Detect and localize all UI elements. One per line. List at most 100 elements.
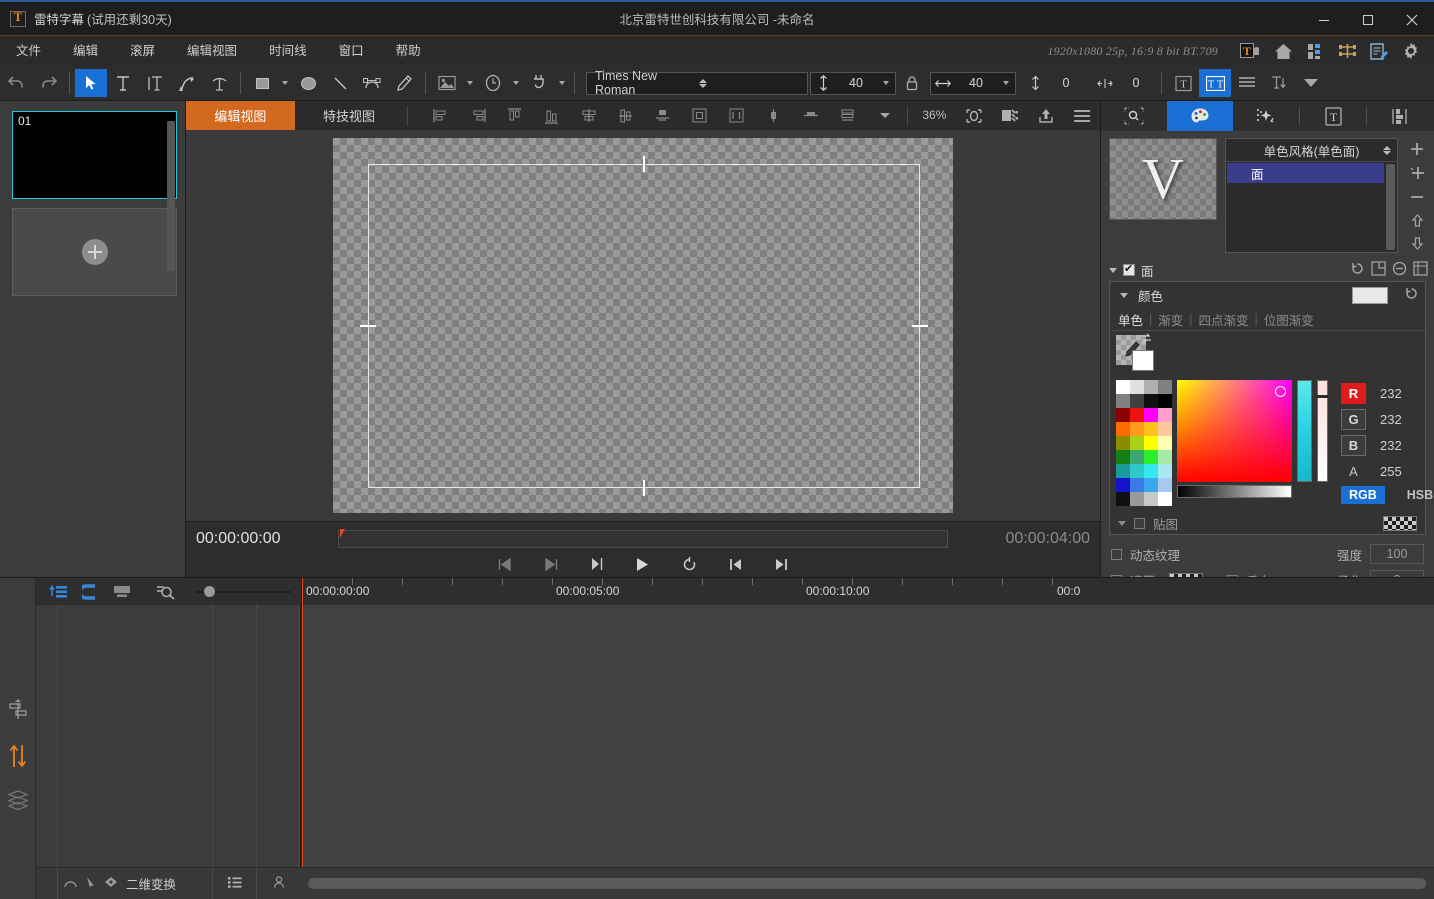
align-lines-icon[interactable] bbox=[1231, 69, 1263, 97]
redo-button[interactable] bbox=[32, 69, 64, 97]
track-view-icon[interactable] bbox=[108, 581, 136, 603]
alpha-slider[interactable] bbox=[1317, 380, 1328, 482]
list-cell[interactable] bbox=[213, 868, 257, 899]
insert-track-icon[interactable] bbox=[44, 581, 72, 603]
go-start-button[interactable] bbox=[724, 554, 746, 574]
shape-icon[interactable] bbox=[104, 876, 118, 891]
stack-align-icon[interactable] bbox=[829, 101, 866, 130]
brightness-bar[interactable] bbox=[1177, 485, 1292, 498]
channel-g-button[interactable]: G bbox=[1341, 408, 1366, 430]
same-width-icon[interactable] bbox=[718, 101, 755, 130]
rectangle-tool[interactable] bbox=[246, 69, 278, 97]
layers-stack-icon[interactable] bbox=[6, 790, 29, 813]
align-right-icon[interactable] bbox=[459, 101, 496, 130]
vertical-text-tool[interactable] bbox=[139, 69, 171, 97]
zoom-level[interactable]: 36% bbox=[912, 101, 956, 130]
font-size-vertical[interactable]: 40 bbox=[810, 71, 896, 95]
text-layer-icon[interactable]: T bbox=[1236, 38, 1266, 64]
move-down-icon[interactable] bbox=[1411, 237, 1424, 253]
style-select[interactable]: 单色风格(单色面) bbox=[1226, 139, 1397, 162]
align-bottom-icon[interactable] bbox=[533, 101, 570, 130]
track-grid[interactable] bbox=[301, 605, 1434, 867]
play-button[interactable] bbox=[632, 554, 654, 574]
text-columns-icon[interactable]: T T bbox=[1199, 69, 1231, 97]
color-reset-icon[interactable] bbox=[1404, 286, 1419, 304]
tile-preview-swatch[interactable] bbox=[1383, 515, 1417, 531]
swap-vertical-icon[interactable] bbox=[7, 743, 29, 772]
page-list-scrollbar[interactable] bbox=[167, 121, 175, 271]
minimize-button[interactable] bbox=[1302, 2, 1346, 37]
bezier-tool[interactable] bbox=[356, 69, 388, 97]
channel-b-button[interactable]: B bbox=[1341, 434, 1366, 456]
add-icon[interactable] bbox=[1410, 142, 1424, 159]
swap-icon[interactable] bbox=[1140, 332, 1153, 347]
go-end-button[interactable] bbox=[770, 554, 792, 574]
pen-tool[interactable] bbox=[388, 69, 420, 97]
arc-text-tool[interactable] bbox=[203, 69, 235, 97]
image-tool[interactable] bbox=[431, 69, 463, 97]
sv-gradient[interactable] bbox=[1177, 380, 1292, 482]
close-button[interactable] bbox=[1390, 2, 1434, 37]
safe-area-icon[interactable] bbox=[992, 101, 1028, 130]
menu-edit-view[interactable]: 编辑视图 bbox=[171, 36, 253, 67]
color-space-hsb[interactable]: HSB bbox=[1399, 486, 1434, 504]
remove-icon[interactable] bbox=[1410, 190, 1424, 207]
step-frame-button[interactable] bbox=[586, 554, 608, 574]
secondary-color-swatch[interactable] bbox=[1132, 350, 1154, 371]
char-spacing-field[interactable]: 0 bbox=[1094, 72, 1156, 95]
menu-edit[interactable]: 编辑 bbox=[57, 36, 114, 67]
handle-top[interactable] bbox=[643, 156, 645, 172]
ellipse-icon[interactable] bbox=[64, 877, 77, 891]
align-center-h-icon[interactable] bbox=[570, 101, 607, 130]
tile-enable-checkbox[interactable] bbox=[1134, 517, 1145, 529]
params-tab[interactable] bbox=[1367, 101, 1433, 131]
plugin-tool[interactable] bbox=[523, 69, 555, 97]
canvas-viewport[interactable] bbox=[186, 130, 1100, 521]
track-playhead[interactable] bbox=[302, 605, 303, 867]
more-align-icon[interactable] bbox=[866, 101, 903, 130]
menu-window[interactable]: 窗口 bbox=[323, 36, 380, 67]
timeline-horizontal-scrollbar[interactable] bbox=[308, 878, 1426, 889]
handle-right[interactable] bbox=[912, 325, 928, 327]
image-tool-dropdown[interactable] bbox=[463, 69, 477, 97]
person-cell[interactable] bbox=[257, 868, 300, 899]
text-flow-icon[interactable] bbox=[1263, 69, 1295, 97]
path-text-tool[interactable] bbox=[171, 69, 203, 97]
distribute-v-icon[interactable] bbox=[681, 101, 718, 130]
home-icon[interactable] bbox=[1268, 38, 1298, 64]
plugin-icon[interactable] bbox=[1332, 38, 1362, 64]
expand-icon[interactable] bbox=[1413, 261, 1428, 279]
style-item-face[interactable]: 面 bbox=[1227, 163, 1384, 183]
maximize-button[interactable] bbox=[1346, 2, 1390, 37]
color-mode-bitmap[interactable]: 位图渐变 bbox=[1264, 310, 1314, 329]
gear-icon[interactable] bbox=[1396, 38, 1426, 64]
color-swatch[interactable] bbox=[1352, 286, 1388, 304]
line-tool[interactable] bbox=[324, 69, 356, 97]
color-tab[interactable] bbox=[1167, 101, 1233, 131]
text-tool[interactable] bbox=[107, 69, 139, 97]
tile-chevron-icon[interactable] bbox=[1118, 520, 1126, 526]
export-icon[interactable] bbox=[1028, 101, 1064, 130]
layers-icon[interactable] bbox=[1300, 38, 1330, 64]
zoom-fit-icon[interactable] bbox=[152, 581, 180, 603]
player-scrubber[interactable] bbox=[338, 529, 948, 548]
face-enable-checkbox[interactable] bbox=[1123, 262, 1135, 276]
color-swatch-grid[interactable] bbox=[1116, 380, 1172, 506]
font-size-vertical-dropdown[interactable] bbox=[877, 81, 895, 85]
channel-r-value[interactable]: 232 bbox=[1380, 386, 1402, 401]
pointer-icon[interactable] bbox=[85, 876, 96, 891]
menu-scroll[interactable]: 滚屏 bbox=[114, 36, 171, 67]
timeline-zoom-slider[interactable] bbox=[196, 581, 291, 603]
channel-r-button[interactable]: R bbox=[1341, 382, 1366, 404]
page-thumbnail-01[interactable]: 01 bbox=[12, 111, 177, 199]
reset-icon[interactable] bbox=[1350, 261, 1365, 279]
clock-tool-dropdown[interactable] bbox=[509, 69, 523, 97]
channel-g-value[interactable]: 232 bbox=[1380, 412, 1402, 427]
text-tab[interactable]: T bbox=[1300, 101, 1366, 131]
ellipse-tool[interactable] bbox=[292, 69, 324, 97]
next-keyframe-button[interactable] bbox=[540, 554, 562, 574]
edit-note-icon[interactable] bbox=[1364, 38, 1394, 64]
menu-timeline[interactable]: 时间线 bbox=[253, 36, 323, 67]
plugin-tool-dropdown[interactable] bbox=[555, 69, 569, 97]
person-icon[interactable] bbox=[273, 876, 285, 891]
